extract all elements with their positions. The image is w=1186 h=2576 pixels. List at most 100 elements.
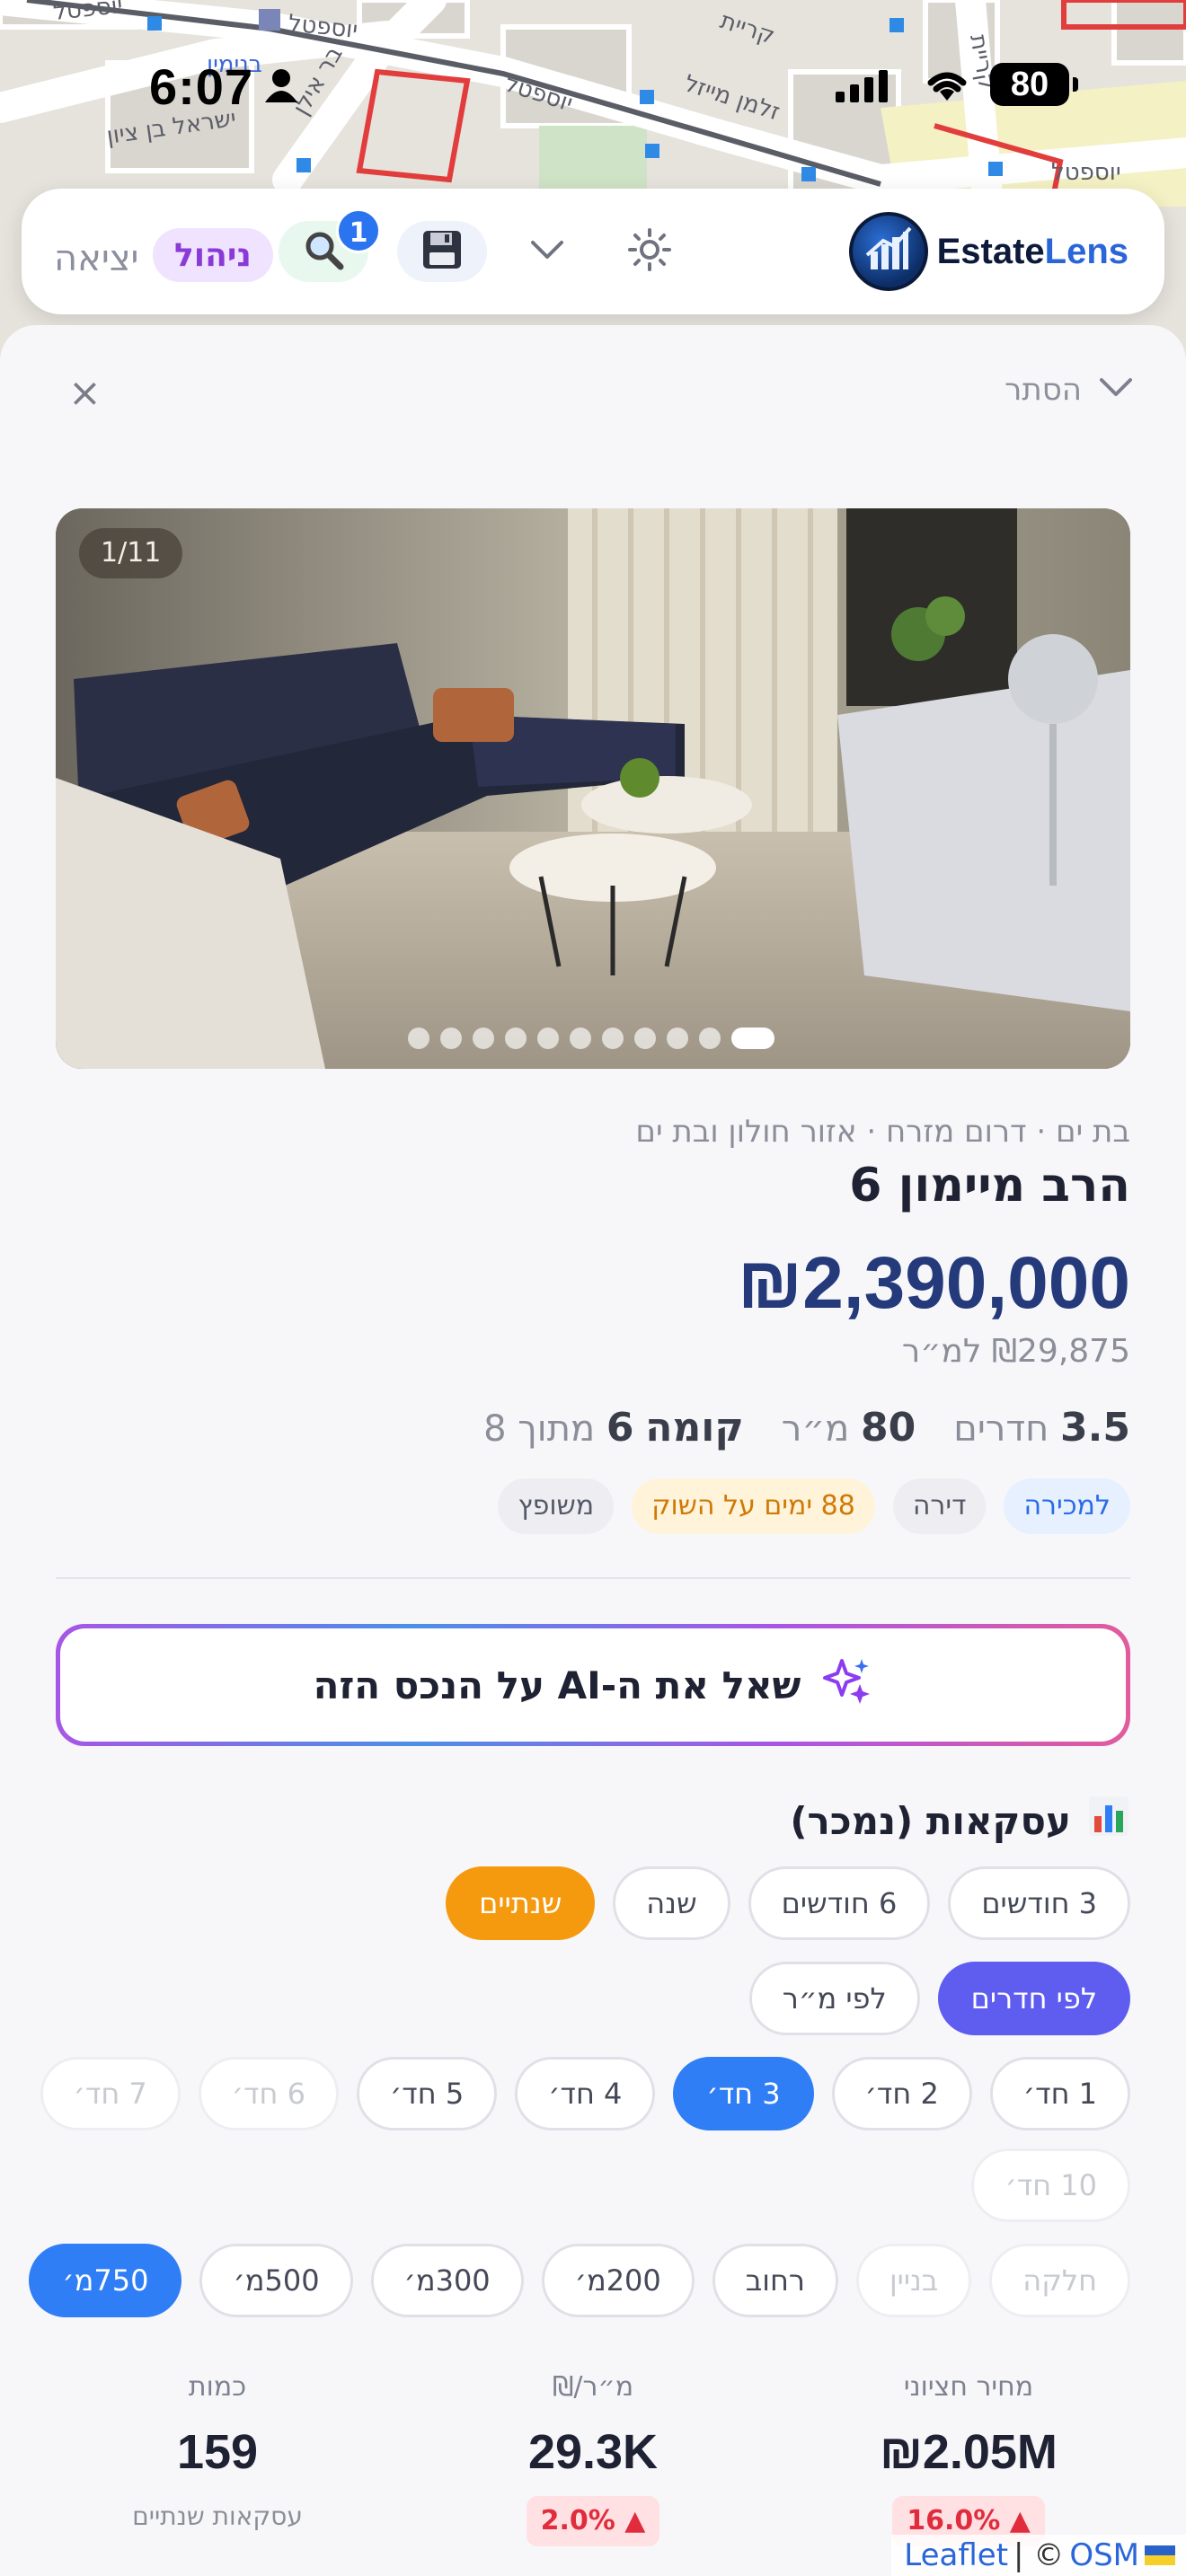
top-toolbar: יציאה ניהול 1 EstateLens: [22, 189, 1164, 314]
pagination-dot[interactable]: [634, 1028, 656, 1049]
period-filter: 3 חודשים 6 חודשים שנה שנתיים: [446, 1866, 1130, 1940]
logo-word-estate: Estate: [936, 231, 1045, 271]
manage-button[interactable]: ניהול: [153, 228, 273, 282]
floppy-disk-icon: [421, 229, 463, 274]
wifi-icon: [924, 66, 970, 106]
period-chip-3[interactable]: שנה: [613, 1866, 730, 1940]
battery-indicator: 80: [990, 63, 1078, 106]
bar-chart-icon: [1087, 1795, 1130, 1847]
transactions-title-text: עסקאות (נמכר): [790, 1798, 1071, 1843]
close-button[interactable]: ×: [68, 370, 102, 416]
period-chip-1[interactable]: 3 חודשים: [948, 1866, 1130, 1940]
tag-renovated: משופץ: [498, 1478, 615, 1534]
pagination-dot[interactable]: [537, 1028, 559, 1049]
pagination-dot[interactable]: [731, 1028, 774, 1049]
price-per-sqm-delta: 2.0% ▲: [526, 2496, 660, 2546]
property-price: ₪2,390,000: [737, 1242, 1130, 1324]
photo-pagination[interactable]: [408, 1028, 774, 1049]
scope-chip-5[interactable]: 300מ׳: [370, 2244, 524, 2317]
ask-ai-label: שאל את ה-AI על הנכס הזה: [313, 1663, 801, 1707]
floor-total: מתוך 8: [483, 1408, 596, 1450]
room-chip-10[interactable]: 10 חד׳: [971, 2148, 1130, 2222]
pagination-dot[interactable]: [602, 1028, 624, 1049]
search-count-badge: 1: [336, 208, 381, 253]
property-facts: 3.5 חדרים 80 מ״ר קומה 6 מתוך 8: [483, 1405, 1130, 1451]
photo-gallery[interactable]: 1/11: [56, 508, 1130, 1069]
tag-for-sale: למכירה: [1004, 1478, 1130, 1534]
pagination-dot[interactable]: [667, 1028, 688, 1049]
property-tags: למכירה דירה 88 ימים על השוק משופץ: [498, 1478, 1130, 1534]
theme-toggle-button[interactable]: [616, 221, 683, 282]
logo-word-lens: Lens: [1044, 231, 1128, 271]
pagination-dot[interactable]: [699, 1028, 721, 1049]
area-value: 80: [861, 1405, 916, 1451]
status-time: 6:07: [149, 58, 254, 115]
property-address: הרב מיימון 6: [849, 1159, 1130, 1213]
rooms-fact: 3.5 חדרים: [953, 1405, 1130, 1451]
mode-filter: לפי חדרים לפי מ״ר: [748, 1962, 1130, 2035]
status-bar: 6:07 80: [0, 54, 1186, 117]
logo-chart-icon: [848, 212, 928, 291]
median-price-value: ₪2.05M: [880, 2425, 1058, 2479]
scope-chip-6[interactable]: 500מ׳: [199, 2244, 353, 2317]
ukraine-flag-icon: [1145, 2545, 1175, 2565]
hide-sheet-button[interactable]: הסתר: [1005, 372, 1134, 408]
median-price-stat: מחיר חציוני ₪2.05M 16.0% ▲: [807, 2371, 1130, 2546]
leaflet-link[interactable]: Leaflet: [904, 2537, 1008, 2573]
median-price-label: מחיר חציוני: [903, 2371, 1034, 2403]
pagination-dot[interactable]: [473, 1028, 494, 1049]
floor-label: קומה: [645, 1405, 744, 1451]
floor-fact: קומה 6 מתוך 8: [483, 1405, 744, 1451]
count-label: כמות: [188, 2371, 247, 2403]
transaction-count-stat: כמות 159 עסקאות שנתיים: [56, 2371, 379, 2531]
room-chip-5[interactable]: 5 חד׳: [356, 2057, 498, 2130]
period-chip-4[interactable]: שנתיים: [446, 1866, 596, 1940]
tag-days-on-market: 88 ימים על השוק: [632, 1478, 875, 1534]
logo-wordmark: EstateLens: [937, 232, 1128, 272]
pagination-dot[interactable]: [505, 1028, 527, 1049]
rooms-filter-extra: 10 חד׳: [971, 2148, 1130, 2222]
scope-chip-3[interactable]: רחוב: [712, 2244, 838, 2317]
price-per-sqm-label: ₪/מ״ר: [552, 2371, 634, 2403]
chevron-down-icon: [529, 237, 565, 266]
floor-value: 6: [606, 1405, 634, 1451]
room-chip-3[interactable]: 3 חד׳: [673, 2057, 814, 2130]
exit-button[interactable]: יציאה: [54, 228, 139, 289]
rooms-value: 3.5: [1060, 1405, 1130, 1451]
room-chip-7[interactable]: 7 חד׳: [40, 2057, 181, 2130]
period-chip-2[interactable]: 6 חודשים: [748, 1866, 931, 1940]
osm-link[interactable]: OSM: [1069, 2537, 1139, 2573]
hide-label: הסתר: [1005, 372, 1082, 408]
area-label: מ״ר: [781, 1408, 850, 1450]
expand-toolbar-button[interactable]: [516, 221, 579, 282]
room-chip-1[interactable]: 1 חד׳: [989, 2057, 1130, 2130]
price-per-sqm: ₪29,875 למ״ר: [901, 1333, 1130, 1370]
room-chip-2[interactable]: 2 חד׳: [831, 2057, 972, 2130]
scope-chip-1[interactable]: חלקה: [989, 2244, 1130, 2317]
tag-property-type: דירה: [892, 1478, 987, 1534]
mode-chip-1[interactable]: לפי חדרים: [937, 1962, 1130, 2035]
pagination-dot[interactable]: [408, 1028, 429, 1049]
pagination-dot[interactable]: [440, 1028, 462, 1049]
cellular-signal-icon: [836, 70, 893, 106]
room-chip-6[interactable]: 6 חד׳: [198, 2057, 339, 2130]
pagination-dot[interactable]: [570, 1028, 591, 1049]
person-icon: [262, 66, 300, 108]
scope-chip-4[interactable]: 200מ׳: [541, 2244, 695, 2317]
app-logo: EstateLens: [848, 212, 1128, 291]
scope-chip-7[interactable]: 750מ׳: [29, 2244, 182, 2317]
map-label: יוספטל: [1051, 159, 1121, 186]
price-per-sqm-value: 29.3K: [527, 2425, 659, 2479]
price-per-sqm-stat: ₪/מ״ר 29.3K 2.0% ▲: [431, 2371, 755, 2546]
room-chip-4[interactable]: 4 חד׳: [515, 2057, 656, 2130]
mode-chip-2[interactable]: לפי מ״ר: [748, 1962, 920, 2035]
transactions-title: עסקאות (נמכר): [790, 1795, 1130, 1847]
map-attribution: Leaflet | © OSM: [891, 2535, 1186, 2576]
count-value: 159: [176, 2425, 259, 2479]
scope-filter: חלקה בניין רחוב 200מ׳ 300מ׳ 500מ׳ 750מ׳: [29, 2244, 1130, 2317]
listing-photo: [56, 508, 1130, 1069]
scope-chip-2[interactable]: בניין: [855, 2244, 972, 2317]
ask-ai-button[interactable]: שאל את ה-AI על הנכס הזה: [56, 1624, 1130, 1746]
save-button[interactable]: [397, 221, 487, 282]
count-sub: עסקאות שנתיים: [132, 2501, 303, 2531]
